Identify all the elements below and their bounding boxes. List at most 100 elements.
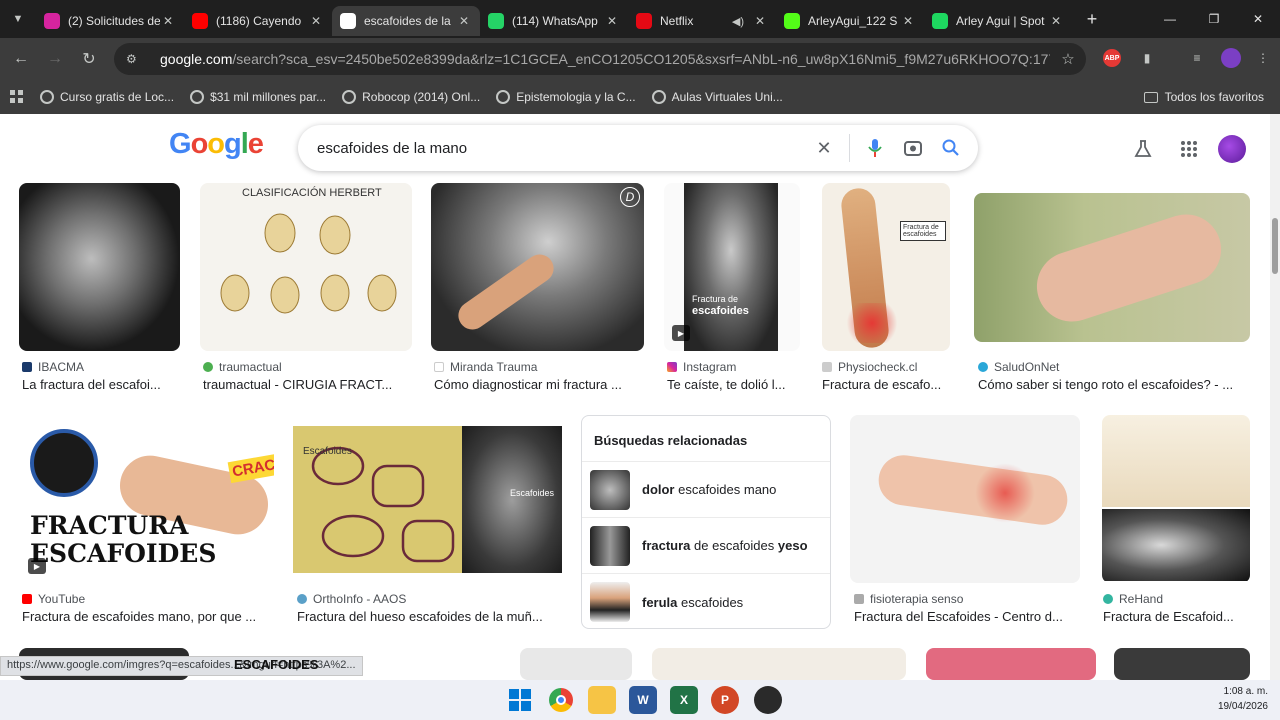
- result-caption[interactable]: Cómo diagnosticar mi fractura ...: [434, 377, 642, 392]
- word-icon[interactable]: W: [629, 686, 657, 714]
- bookmark-item[interactable]: Epistemologia y la C...: [488, 84, 643, 110]
- result-caption[interactable]: Fractura del Escafoides - Centro d...: [854, 609, 1078, 624]
- back-arrow-icon[interactable]: ←: [4, 42, 38, 76]
- close-tab-icon[interactable]: ✕: [160, 14, 176, 28]
- close-tab-icon[interactable]: ✕: [1048, 14, 1064, 28]
- result-source[interactable]: YouTube: [22, 592, 85, 606]
- browser-tab[interactable]: (2) Solicitudes de ✕: [36, 6, 184, 36]
- chrome-icon[interactable]: [547, 686, 575, 714]
- bookmark-label: Aulas Virtuales Uni...: [671, 90, 783, 104]
- result-thumbnail[interactable]: [926, 648, 1096, 680]
- windows-start-icon[interactable]: [506, 686, 534, 714]
- result-caption[interactable]: Cómo saber si tengo roto el escafoides? …: [978, 377, 1248, 392]
- browser-tab[interactable]: (114) WhatsApp ✕: [480, 6, 628, 36]
- result-thumbnail[interactable]: [19, 183, 180, 351]
- close-tab-icon[interactable]: ✕: [604, 14, 620, 28]
- file-explorer-icon[interactable]: [588, 686, 616, 714]
- lens-camera-icon[interactable]: [894, 129, 932, 167]
- search-box[interactable]: escafoides de la mano ✕: [298, 125, 978, 171]
- result-thumbnail[interactable]: [520, 648, 632, 680]
- result-thumbnail[interactable]: Fractura de escafoides ▶: [664, 183, 800, 351]
- bookmark-star-icon[interactable]: ☆: [1050, 50, 1086, 68]
- result-thumbnail[interactable]: CRACK FRACTURA ESCAFOIDES ▶: [19, 415, 274, 583]
- app-icon[interactable]: [754, 686, 782, 714]
- profile-avatar[interactable]: [1220, 47, 1242, 69]
- result-caption[interactable]: Fractura de escafoides mano, por que ...: [22, 609, 272, 624]
- result-source[interactable]: Physiocheck.cl: [822, 360, 917, 374]
- all-bookmarks-folder[interactable]: Todos los favoritos: [1136, 84, 1272, 110]
- adblock-icon[interactable]: ABP: [1101, 47, 1123, 69]
- close-window-icon[interactable]: ✕: [1236, 0, 1280, 38]
- reload-icon[interactable]: ↻: [72, 42, 106, 76]
- labs-flask-icon[interactable]: [1128, 134, 1158, 164]
- address-bar[interactable]: ⚙ google.com/search?sca_esv=2450be502e83…: [114, 43, 1086, 75]
- result-thumbnail[interactable]: D: [431, 183, 644, 351]
- result-source[interactable]: traumactual: [203, 360, 282, 374]
- media-controls-icon[interactable]: ≡: [1186, 47, 1208, 69]
- bookmark-item[interactable]: Curso gratis de Loc...: [32, 84, 182, 110]
- search-submit-icon[interactable]: [932, 129, 970, 167]
- related-searches-title: Búsquedas relacionadas: [582, 416, 830, 462]
- close-tab-icon[interactable]: ✕: [308, 14, 324, 28]
- browser-tab[interactable]: ArleyAgui_122 S ✕: [776, 6, 924, 36]
- result-source[interactable]: SaludOnNet: [978, 360, 1059, 374]
- result-source[interactable]: IBACMA: [22, 360, 84, 374]
- account-avatar[interactable]: [1218, 135, 1246, 163]
- related-search-item[interactable]: ferula escafoides: [582, 574, 830, 630]
- clear-search-icon[interactable]: ✕: [805, 129, 843, 167]
- microphone-icon[interactable]: [856, 129, 894, 167]
- audio-playing-icon[interactable]: ◀): [732, 15, 744, 28]
- result-thumbnail[interactable]: [1114, 648, 1250, 680]
- result-thumbnail[interactable]: [1102, 415, 1250, 583]
- result-source[interactable]: OrthoInfo - AAOS: [297, 592, 406, 606]
- result-caption[interactable]: Fractura del hueso escafoides de la muñ.…: [297, 609, 561, 624]
- result-source[interactable]: fisioterapia senso: [854, 592, 963, 606]
- close-tab-icon[interactable]: ✕: [900, 14, 916, 28]
- tab-search-icon[interactable]: ▼: [0, 0, 36, 38]
- bookmark-item[interactable]: $31 mil millones par...: [182, 84, 334, 110]
- result-thumbnail[interactable]: CLASIFICACIÓN HERBERT: [200, 183, 412, 351]
- result-source[interactable]: Instagram: [667, 360, 736, 374]
- result-caption[interactable]: Te caíste, te dolió l...: [667, 377, 799, 392]
- google-logo[interactable]: Google: [169, 128, 264, 161]
- related-search-item[interactable]: fractura de escafoides yeso: [582, 518, 830, 574]
- apps-grid-icon[interactable]: [0, 84, 32, 110]
- extensions-puzzle-icon[interactable]: ▮: [1136, 47, 1158, 69]
- search-input[interactable]: escafoides de la mano: [317, 140, 805, 157]
- browser-tab[interactable]: Netflix ◀) ✕: [628, 6, 776, 36]
- xray-panel: [462, 426, 562, 573]
- windows-taskbar: W X P 1:08 a. m. 19/04/2026: [0, 680, 1280, 720]
- close-tab-icon[interactable]: ✕: [752, 14, 768, 28]
- google-apps-icon[interactable]: [1174, 134, 1204, 164]
- excel-icon[interactable]: X: [670, 686, 698, 714]
- maximize-icon[interactable]: ❐: [1192, 0, 1236, 38]
- result-thumbnail[interactable]: Fractura de escafoides: [822, 183, 950, 351]
- minimize-icon[interactable]: —: [1148, 0, 1192, 38]
- close-tab-icon[interactable]: ✕: [456, 14, 472, 28]
- site-info-icon[interactable]: ⚙: [126, 52, 146, 66]
- scrollbar-thumb[interactable]: [1272, 218, 1278, 274]
- result-thumbnail[interactable]: Escafoides Escafoides: [293, 426, 562, 573]
- result-caption[interactable]: Fractura de Escafoid...: [1103, 609, 1248, 624]
- result-caption[interactable]: La fractura del escafoi...: [22, 377, 180, 392]
- forward-arrow-icon[interactable]: →: [38, 42, 72, 76]
- system-clock[interactable]: 1:08 a. m. 19/04/2026: [1218, 684, 1268, 714]
- bookmark-item[interactable]: Aulas Virtuales Uni...: [644, 84, 791, 110]
- more-menu-icon[interactable]: ⋮: [1252, 47, 1274, 69]
- result-thumbnail[interactable]: [850, 415, 1080, 583]
- page-scrollbar[interactable]: [1270, 114, 1280, 680]
- browser-tab[interactable]: escafoides de la ✕: [332, 6, 480, 36]
- powerpoint-icon[interactable]: P: [711, 686, 739, 714]
- related-search-item[interactable]: dolor escafoides mano: [582, 462, 830, 518]
- result-source[interactable]: ReHand: [1103, 592, 1163, 606]
- globe-icon: [496, 90, 511, 104]
- result-caption[interactable]: traumactual - CIRUGIA FRACT...: [203, 377, 409, 392]
- bookmark-item[interactable]: Robocop (2014) Onl...: [334, 84, 488, 110]
- new-tab-button[interactable]: +: [1078, 5, 1106, 33]
- result-thumbnail[interactable]: [974, 193, 1250, 342]
- result-source[interactable]: Miranda Trauma: [434, 360, 537, 374]
- result-caption[interactable]: Fractura de escafo...: [822, 377, 950, 392]
- browser-tab[interactable]: (1186) Cayendo ✕: [184, 6, 332, 36]
- result-thumbnail[interactable]: [652, 648, 906, 680]
- browser-tab[interactable]: Arley Agui | Spot ✕: [924, 6, 1072, 36]
